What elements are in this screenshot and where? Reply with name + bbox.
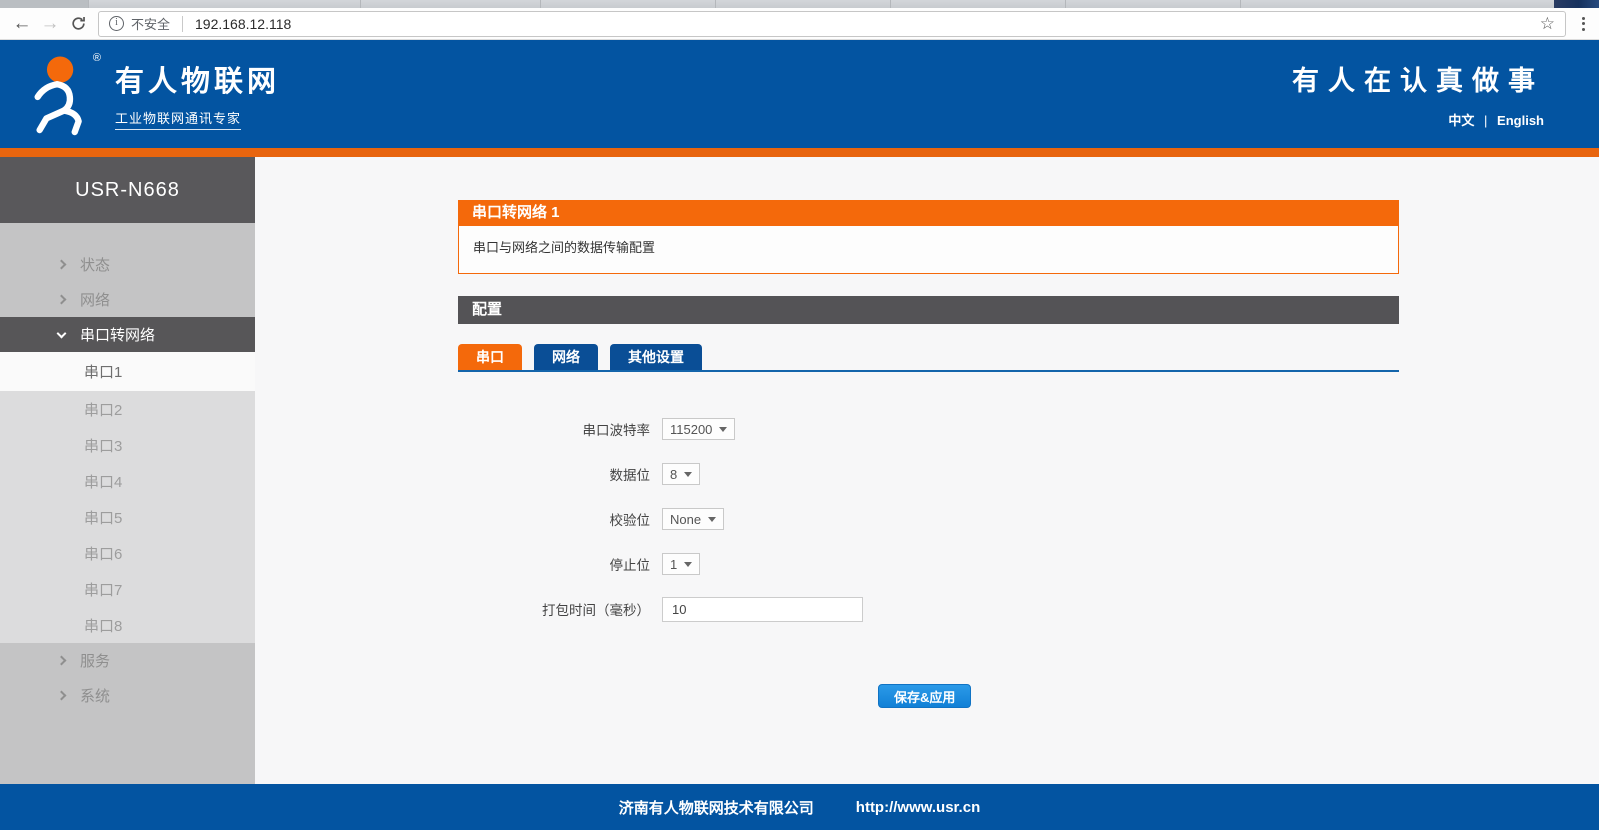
- caret-down-icon: [719, 427, 727, 432]
- header-accent-rule: [0, 148, 1599, 157]
- refresh-icon[interactable]: [64, 11, 92, 37]
- browser-toolbar: ← → i 不安全 192.168.12.118 ☆: [0, 8, 1599, 40]
- sidebar-item-serial6[interactable]: 串口6: [0, 535, 255, 571]
- caret-down-icon: [708, 517, 716, 522]
- back-icon[interactable]: ←: [8, 11, 36, 37]
- stop-bits-label: 停止位: [458, 554, 650, 574]
- caret-down-icon: [684, 562, 692, 567]
- info-icon[interactable]: i: [109, 16, 124, 31]
- device-model: USR-N668: [0, 157, 255, 223]
- url-bar[interactable]: i 不安全 192.168.12.118 ☆: [98, 11, 1566, 37]
- baud-rate-label: 串口波特率: [458, 419, 650, 439]
- sidebar-item-services[interactable]: 服务: [0, 643, 255, 678]
- browser-menu-icon[interactable]: [1576, 13, 1591, 35]
- page-footer: 济南有人物联网技术有限公司 http://www.usr.cn: [0, 784, 1599, 830]
- security-label: 不安全: [131, 14, 170, 33]
- lang-english[interactable]: English: [1497, 113, 1544, 128]
- pack-time-input[interactable]: [662, 597, 863, 622]
- brand-name: 有人物联网: [115, 58, 280, 100]
- sidebar-item-serial5[interactable]: 串口5: [0, 499, 255, 535]
- slogan: 有人在认真做事: [1292, 59, 1544, 98]
- sidebar-item-status[interactable]: 状态: [0, 247, 255, 282]
- parity-select[interactable]: None: [662, 508, 724, 530]
- sidebar-item-serial-to-network[interactable]: 串口转网络: [0, 317, 255, 352]
- sidebar-item-network[interactable]: 网络: [0, 282, 255, 317]
- tabstrip-shade: [0, 0, 88, 8]
- sidebar-item-serial7[interactable]: 串口7: [0, 571, 255, 607]
- tab-other-settings[interactable]: 其他设置: [610, 344, 702, 370]
- main-content: 串口转网络 1 串口与网络之间的数据传输配置 配置 串口 网络 其他设置 串口波…: [255, 157, 1599, 784]
- serial-settings-form: 串口波特率 115200 数据位 8 校验位 None: [458, 418, 1399, 708]
- url-separator: [182, 16, 183, 32]
- form-row-stop-bits: 停止位 1: [458, 553, 1399, 575]
- usr-logo: ®: [25, 52, 103, 136]
- baud-rate-select[interactable]: 115200: [662, 418, 735, 440]
- site-header: ® 有人物联网 工业物联网通讯专家 有人在认真做事 中文 | English: [0, 40, 1599, 148]
- lang-divider: |: [1484, 113, 1487, 128]
- brand: ® 有人物联网 工业物联网通讯专家: [25, 52, 280, 136]
- sidebar-item-system[interactable]: 系统: [0, 678, 255, 713]
- sidebar-item-serial1[interactable]: 串口1: [0, 352, 255, 391]
- lang-chinese[interactable]: 中文: [1448, 113, 1474, 128]
- stop-bits-select[interactable]: 1: [662, 553, 700, 575]
- language-switcher: 中文 | English: [1292, 110, 1544, 129]
- save-apply-button[interactable]: 保存&应用: [878, 684, 971, 708]
- website-link[interactable]: http://www.usr.cn: [856, 799, 980, 816]
- form-row-data-bits: 数据位 8: [458, 463, 1399, 485]
- data-bits-label: 数据位: [458, 464, 650, 484]
- sidebar-item-serial4[interactable]: 串口4: [0, 463, 255, 499]
- sidebar-item-serial2[interactable]: 串口2: [0, 391, 255, 427]
- form-row-parity: 校验位 None: [458, 508, 1399, 530]
- sidebar-item-serial8[interactable]: 串口8: [0, 607, 255, 643]
- section-title: 配置: [458, 296, 1399, 324]
- page-title: 串口转网络 1: [458, 200, 1399, 225]
- url-text[interactable]: 192.168.12.118: [195, 16, 1532, 32]
- chevron-right-icon: [58, 657, 80, 664]
- pack-time-label: 打包时间（毫秒）: [458, 599, 650, 619]
- brand-tagline: 工业物联网通讯专家: [115, 108, 241, 130]
- browser-tabstrip: [0, 0, 1599, 8]
- window-corner: [1554, 0, 1599, 8]
- sidebar-item-serial3[interactable]: 串口3: [0, 427, 255, 463]
- data-bits-select[interactable]: 8: [662, 463, 700, 485]
- registered-mark: ®: [93, 52, 101, 64]
- chevron-right-icon: [58, 296, 80, 303]
- tab-serial[interactable]: 串口: [458, 344, 522, 370]
- page-description: 串口与网络之间的数据传输配置: [458, 225, 1399, 274]
- forward-icon[interactable]: →: [36, 11, 64, 37]
- company-name: 济南有人物联网技术有限公司: [619, 797, 814, 818]
- chevron-down-icon: [58, 333, 80, 337]
- tab-network[interactable]: 网络: [534, 344, 598, 370]
- form-row-baud-rate: 串口波特率 115200: [458, 418, 1399, 440]
- caret-down-icon: [684, 472, 692, 477]
- sidebar: USR-N668 状态 网络 串口转网络 串口1 串口2 串口3 串口4 串口5: [0, 157, 255, 784]
- chevron-right-icon: [58, 261, 80, 268]
- config-tabs: 串口 网络 其他设置: [458, 344, 1399, 372]
- parity-label: 校验位: [458, 509, 650, 529]
- bookmark-star-icon[interactable]: ☆: [1540, 14, 1555, 34]
- chevron-right-icon: [58, 692, 80, 699]
- form-row-pack-time: 打包时间（毫秒）: [458, 598, 1399, 620]
